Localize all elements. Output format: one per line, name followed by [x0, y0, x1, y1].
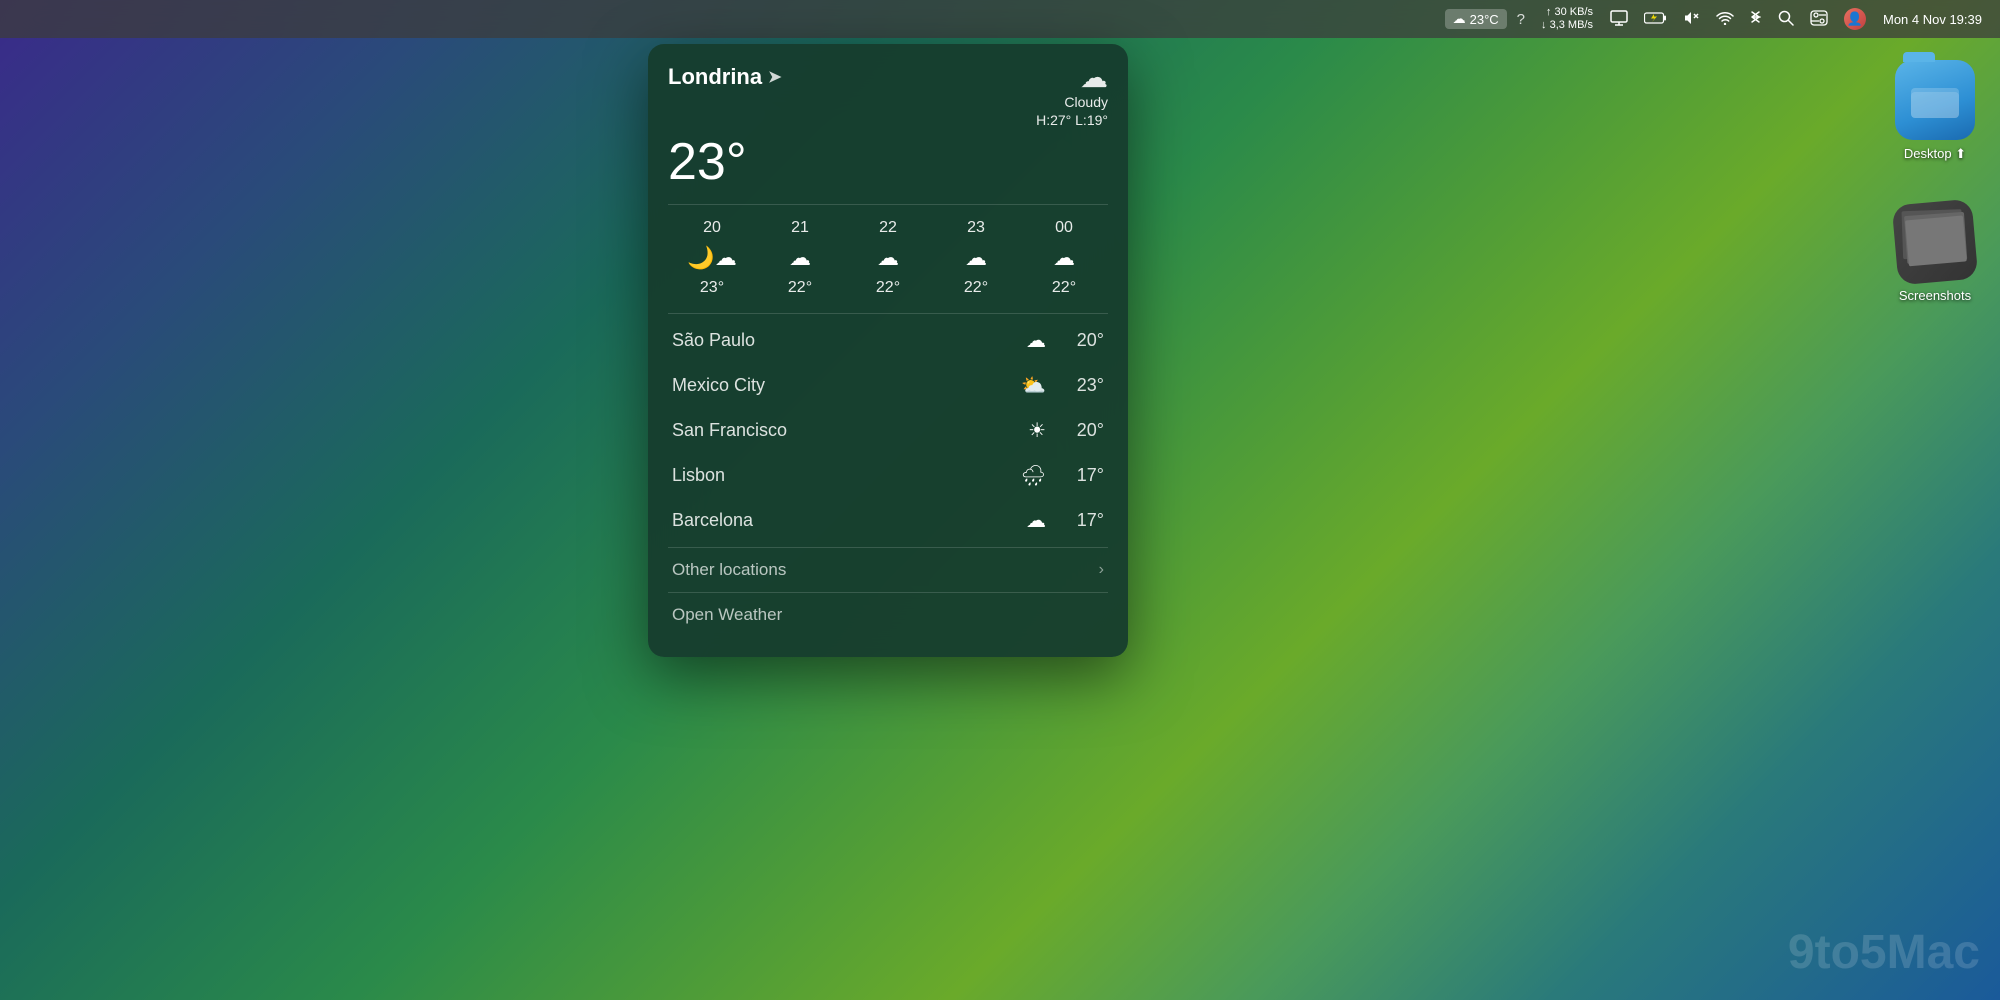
mexico-city-right: ⛅ 23°: [1021, 373, 1104, 398]
hourly-temp-1: 22°: [788, 279, 812, 297]
mexico-city-name: Mexico City: [672, 375, 765, 396]
battery-svg: [1644, 11, 1666, 25]
menubar-search-icon[interactable]: [1773, 8, 1799, 31]
hourly-icon-1: ☁: [789, 245, 811, 271]
hourly-icon-2: ☁: [877, 245, 899, 271]
other-locations-chevron-icon: ›: [1099, 561, 1104, 579]
menubar-controls-icon[interactable]: [1805, 8, 1833, 31]
san-francisco-name: San Francisco: [672, 420, 787, 441]
location-row-barcelona[interactable]: Barcelona ☁ 17°: [668, 498, 1108, 543]
location-row-lisbon[interactable]: Lisbon 🌧 17°: [668, 453, 1108, 498]
menubar-mute-icon[interactable]: [1677, 8, 1705, 31]
other-locations-row[interactable]: Other locations ›: [668, 547, 1108, 592]
lisbon-temp: 17°: [1060, 465, 1104, 486]
hourly-icon-4: ☁: [1053, 245, 1075, 271]
bluetooth-svg: [1750, 9, 1762, 27]
sao-paulo-icon: ☁: [1026, 328, 1046, 353]
desktop-folder-img: [1895, 60, 1975, 140]
sao-paulo-temp: 20°: [1060, 330, 1104, 351]
open-weather-row[interactable]: Open Weather: [668, 592, 1108, 637]
location-list: São Paulo ☁ 20° Mexico City ⛅ 23° San Fr…: [668, 313, 1108, 543]
menubar-battery-icon[interactable]: [1639, 9, 1671, 30]
menubar-weather-widget[interactable]: ☁ 23°C: [1445, 9, 1507, 29]
hourly-time-3: 23: [967, 219, 985, 237]
san-francisco-temp: 20°: [1060, 420, 1104, 441]
wifi-svg: [1716, 11, 1734, 25]
menubar-bluetooth-icon[interactable]: [1745, 7, 1767, 32]
search-svg: [1778, 10, 1794, 26]
menubar-datetime[interactable]: Mon 4 Nov 19:39: [1877, 10, 1988, 29]
barcelona-name: Barcelona: [672, 510, 753, 531]
screenshots-icon[interactable]: Screenshots: [1890, 202, 1980, 303]
hourly-item-4: 00 ☁ 22°: [1020, 219, 1108, 297]
watermark: 9to5Mac: [1788, 925, 1980, 980]
menubar-network-stats: ↑ 30 KB/s ↓ 3,3 MB/s: [1535, 4, 1599, 34]
menu-bar: ☁ 23°C ? ↑ 30 KB/s ↓ 3,3 MB/s: [0, 0, 2000, 38]
open-weather-label: Open Weather: [672, 605, 782, 625]
network-up: ↑ 30 KB/s: [1541, 6, 1593, 19]
controls-svg: [1810, 10, 1828, 26]
hourly-item-0: 20 🌙☁ 23°: [668, 219, 756, 297]
weather-location: Londrina ➤: [668, 64, 782, 90]
hourly-forecast: 20 🌙☁ 23° 21 ☁ 22° 22 ☁ 22° 23 ☁ 22° 00 …: [668, 204, 1108, 297]
mexico-city-icon: ⛅: [1021, 373, 1046, 398]
weather-popup: Londrina ➤ ☁ Cloudy H:27° L:19° 23° 20 🌙…: [648, 44, 1128, 657]
desktop-icons: Desktop ⬆ Screenshots: [1890, 60, 1980, 303]
location-row-sao-paulo[interactable]: São Paulo ☁ 20°: [668, 318, 1108, 363]
menubar-wifi-icon[interactable]: [1711, 9, 1739, 30]
mexico-city-temp: 23°: [1060, 375, 1104, 396]
screenshots-img: [1892, 199, 1979, 286]
desktop-folder-label: Desktop ⬆: [1904, 146, 1966, 162]
network-down: ↓ 3,3 MB/s: [1541, 19, 1593, 32]
san-francisco-right: ☀ 20°: [1028, 418, 1104, 443]
sao-paulo-right: ☁ 20°: [1026, 328, 1104, 353]
menubar-temp: 23°C: [1470, 12, 1499, 27]
location-arrow-icon: ➤: [768, 67, 781, 87]
hourly-temp-3: 22°: [964, 279, 988, 297]
hourly-time-4: 00: [1055, 219, 1073, 237]
barcelona-icon: ☁: [1026, 508, 1046, 533]
hourly-icon-3: ☁: [965, 245, 987, 271]
hourly-icon-0: 🌙☁: [687, 245, 736, 271]
san-francisco-icon: ☀: [1028, 418, 1046, 443]
high-low: H:27° L:19°: [1036, 112, 1108, 128]
hourly-time-2: 22: [879, 219, 897, 237]
location-row-san-francisco[interactable]: San Francisco ☀ 20°: [668, 408, 1108, 453]
condition-cloud-icon: ☁: [1080, 64, 1108, 92]
barcelona-temp: 17°: [1060, 510, 1104, 531]
sao-paulo-name: São Paulo: [672, 330, 755, 351]
location-row-mexico-city[interactable]: Mexico City ⛅ 23°: [668, 363, 1108, 408]
menubar-question-mark[interactable]: ?: [1513, 11, 1529, 28]
mute-svg: [1682, 10, 1700, 26]
current-temperature: 23°: [668, 136, 1108, 188]
location-name: Londrina: [668, 64, 762, 90]
menubar-display-icon[interactable]: [1605, 8, 1633, 31]
hourly-time-1: 21: [791, 219, 809, 237]
barcelona-right: ☁ 17°: [1026, 508, 1104, 533]
screenshots-label: Screenshots: [1899, 288, 1971, 303]
lisbon-icon: 🌧: [1021, 463, 1046, 488]
hourly-temp-4: 22°: [1052, 279, 1076, 297]
folder-svg: [1909, 80, 1961, 120]
lisbon-name: Lisbon: [672, 465, 725, 486]
weather-header: Londrina ➤ ☁ Cloudy H:27° L:19°: [668, 64, 1108, 128]
hourly-time-0: 20: [703, 219, 721, 237]
weather-condition: ☁ Cloudy H:27° L:19°: [1036, 64, 1108, 128]
hourly-item-1: 21 ☁ 22°: [756, 219, 844, 297]
lisbon-right: 🌧 17°: [1021, 463, 1104, 488]
menubar-cloud-icon: ☁: [1453, 11, 1466, 27]
other-locations-label: Other locations: [672, 560, 786, 580]
hourly-item-2: 22 ☁ 22°: [844, 219, 932, 297]
display-svg: [1610, 10, 1628, 26]
hourly-temp-0: 23°: [700, 279, 724, 297]
menubar-user-avatar[interactable]: 👤: [1839, 6, 1871, 32]
condition-label: Cloudy: [1064, 94, 1108, 110]
hourly-item-3: 23 ☁ 22°: [932, 219, 1020, 297]
hourly-temp-2: 22°: [876, 279, 900, 297]
desktop-folder-icon[interactable]: Desktop ⬆: [1890, 60, 1980, 162]
